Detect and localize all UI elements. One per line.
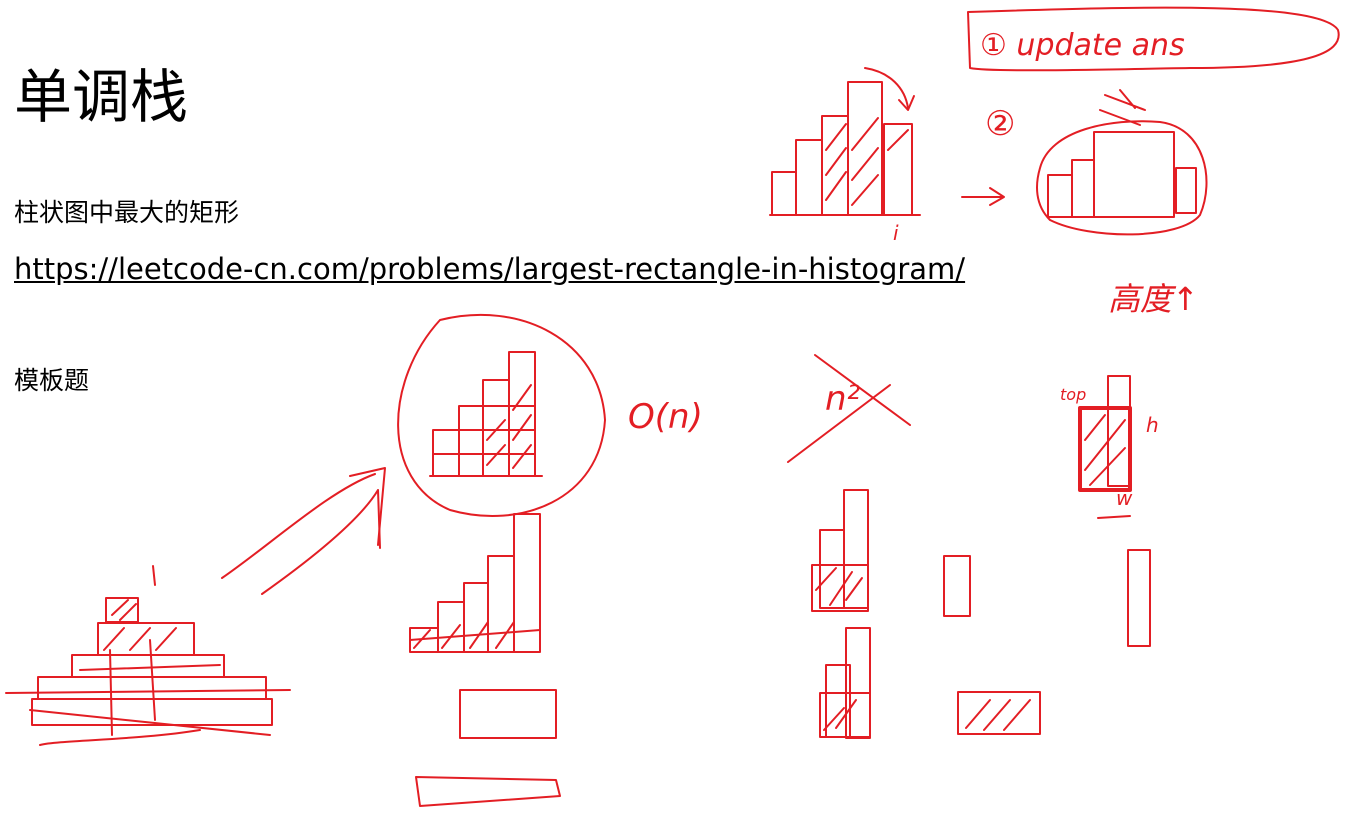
- mid-staircase-sketch: [409, 513, 541, 653]
- right-arrow: [961, 187, 1005, 206]
- top-histogram-sketch: i: [769, 67, 921, 245]
- height-up-note: 高度↑: [1108, 280, 1199, 318]
- handwritten-sketch-layer: ① update ans ② i 高度↑ O(n) n² top h w: [5, 6, 1340, 807]
- circled-staircase-sketch: [397, 313, 606, 517]
- step-two-mark: ②: [985, 104, 1015, 144]
- stack-ellipse-sketch: [1036, 89, 1208, 236]
- update-ans-text: ① update ans: [980, 28, 1185, 63]
- bottom-left-stack-sketch: [5, 565, 291, 746]
- w-label: w: [1116, 486, 1133, 510]
- top-label: top: [1060, 385, 1086, 404]
- update-ans-note: ① update ans: [967, 6, 1340, 72]
- one-mark-line: [152, 565, 156, 586]
- mid-box-sketch: [459, 689, 557, 739]
- crossed-out-n2: n²: [787, 354, 911, 463]
- curve-arrow-1: [221, 473, 376, 579]
- index-i-mark: i: [893, 221, 899, 245]
- arrow-head: [349, 467, 386, 546]
- bottom-bar-sketch: [415, 776, 561, 807]
- top-hw-bar-sketch: top h w: [1060, 375, 1159, 519]
- curve-arrow-2: [261, 489, 381, 595]
- right-column-sketches: [811, 489, 1151, 739]
- complexity-note: O(n): [628, 397, 703, 437]
- h-label: h: [1146, 413, 1159, 437]
